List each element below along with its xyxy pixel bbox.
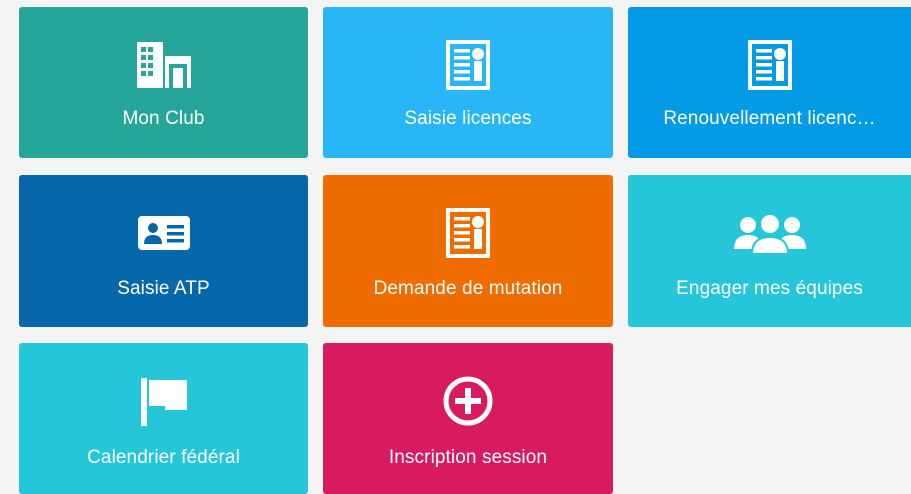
dashboard-tiles: Mon Club Saisie licences Renouvellement … — [0, 0, 911, 494]
tile-label: Engager mes équipes — [676, 278, 863, 299]
flag-icon — [139, 373, 189, 429]
license-certificate-icon — [445, 205, 491, 261]
license-certificate-icon — [445, 37, 491, 93]
tile-inscription-session[interactable]: Inscription session — [323, 343, 613, 494]
tile-label: Saisie ATP — [117, 278, 210, 299]
plus-circle-icon — [443, 373, 493, 429]
tile-label: Demande de mutation — [373, 278, 563, 299]
tile-label: Inscription session — [388, 447, 548, 468]
tile-mon-club[interactable]: Mon Club — [19, 7, 308, 158]
tile-demande-de-mutation[interactable]: Demande de mutation — [323, 175, 613, 327]
tile-saisie-licences[interactable]: Saisie licences — [323, 7, 613, 158]
id-card-icon — [137, 205, 191, 261]
tile-renouvellement-licences[interactable]: Renouvellement licenc… — [628, 7, 911, 158]
tile-engager-mes-equipes[interactable]: Engager mes équipes — [628, 175, 911, 327]
tile-saisie-atp[interactable]: Saisie ATP — [19, 175, 308, 327]
license-certificate-icon — [747, 37, 793, 93]
tile-label: Saisie licences — [404, 108, 532, 129]
building-icon — [136, 37, 191, 93]
tile-label: Mon Club — [122, 108, 205, 129]
tile-calendrier-federal[interactable]: Calendrier fédéral — [19, 343, 308, 494]
users-group-icon — [733, 205, 806, 261]
tile-label: Renouvellement licenc… — [663, 108, 876, 129]
tile-label: Calendrier fédéral — [87, 447, 240, 468]
